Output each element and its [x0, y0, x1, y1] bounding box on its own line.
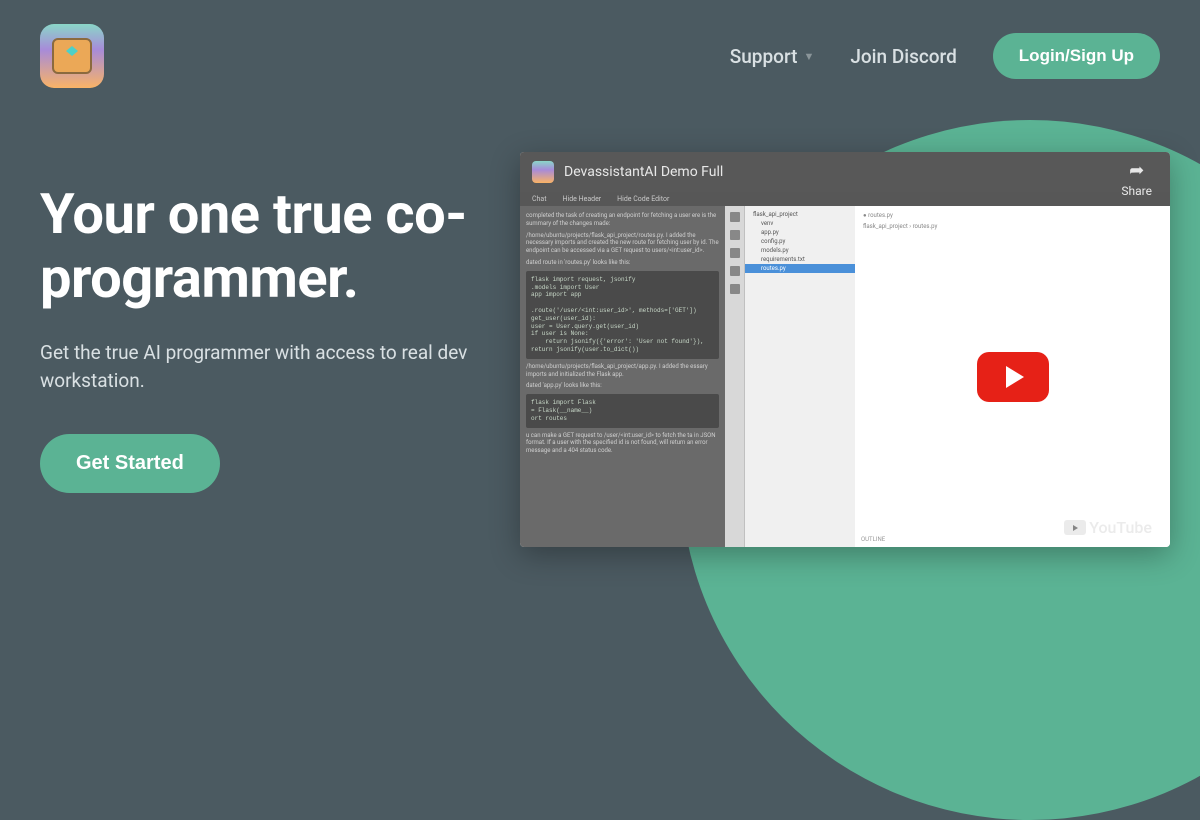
file-tree: flask_api_project venv app.py config.py … [745, 206, 855, 547]
nav-discord[interactable]: Join Discord [850, 45, 956, 68]
main-nav: Support ▼ Join Discord Login/Sign Up [0, 0, 1200, 112]
play-icon [1006, 366, 1024, 388]
tree-item: app.py [745, 228, 855, 237]
menu-hide-header: Hide Header [563, 195, 602, 203]
hero-section: Your one true co-programmer. Get the tru… [0, 112, 1200, 547]
tree-item: models.py [745, 246, 855, 255]
summary-text: completed the task of creating an endpoi… [526, 212, 719, 228]
editor-pane: ● routes.py flask_api_project › routes.p… [855, 206, 1170, 547]
share-label: Share [1121, 184, 1152, 198]
video-logo-icon [532, 161, 554, 183]
code-block-1: flask import request, jsonify .models im… [526, 271, 719, 359]
extensions-icon [730, 284, 740, 294]
nav-support-label: Support [730, 45, 798, 68]
video-embed[interactable]: DevassistantAI Demo Full ➦ Share Chat Hi… [520, 152, 1170, 547]
tree-item: config.py [745, 237, 855, 246]
debug-icon [730, 266, 740, 276]
share-button[interactable]: ➦ Share [1121, 160, 1152, 198]
youtube-icon [1064, 520, 1086, 535]
search-icon [730, 230, 740, 240]
nav-right: Support ▼ Join Discord Login/Sign Up [730, 33, 1160, 79]
logo[interactable] [40, 24, 104, 88]
logo-icon [52, 38, 92, 74]
nav-discord-label: Join Discord [850, 45, 956, 68]
tree-item: venv [745, 219, 855, 228]
video-title: DevassistantAI Demo Full [564, 164, 723, 180]
login-signup-button[interactable]: Login/Sign Up [993, 33, 1160, 79]
git-icon [730, 248, 740, 258]
app-label: dated 'app.py' looks like this: [526, 382, 719, 390]
outline-label: OUTLINE [861, 536, 885, 543]
path-text: /home/ubuntu/projects/flask_api_project/… [526, 232, 719, 255]
tree-root: flask_api_project [745, 210, 855, 219]
code-block-2: flask import Flask = Flask(__name__) ort… [526, 394, 719, 427]
hero-left: Your one true co-programmer. Get the tru… [40, 152, 490, 547]
youtube-watermark[interactable]: YouTube [1064, 518, 1152, 537]
files-icon [730, 212, 740, 222]
tree-item-selected: routes.py [745, 264, 855, 273]
hero-right: DevassistantAI Demo Full ➦ Share Chat Hi… [520, 152, 1170, 547]
chat-pane: completed the task of creating an endpoi… [520, 206, 725, 547]
play-button[interactable] [977, 352, 1049, 402]
editor-breadcrumb: flask_api_project › routes.py [859, 221, 1166, 232]
nav-support[interactable]: Support ▼ [730, 45, 815, 68]
menu-hide-code: Hide Code Editor [617, 195, 669, 203]
get-started-button[interactable]: Get Started [40, 434, 220, 493]
subheadline: Get the true AI programmer with access t… [40, 339, 490, 396]
app-path-text: /home/ubuntu/projects/flask_api_project/… [526, 363, 719, 379]
video-header: DevassistantAI Demo Full ➦ Share [520, 152, 1170, 192]
video-body: completed the task of creating an endpoi… [520, 206, 1170, 547]
menu-chat: Chat [532, 195, 547, 203]
route-label: dated route in 'routes.py' looks like th… [526, 259, 719, 267]
editor-tab: ● routes.py [859, 210, 1166, 221]
activity-bar [725, 206, 745, 547]
youtube-label: YouTube [1089, 518, 1152, 537]
footer-text: u can make a GET request to /user/<int:u… [526, 432, 719, 455]
chevron-down-icon: ▼ [803, 50, 814, 63]
video-menu-bar: Chat Hide Header Hide Code Editor [520, 192, 1170, 206]
share-icon: ➦ [1129, 160, 1144, 181]
tree-item: requirements.txt [745, 255, 855, 264]
headline: Your one true co-programmer. [40, 182, 490, 311]
